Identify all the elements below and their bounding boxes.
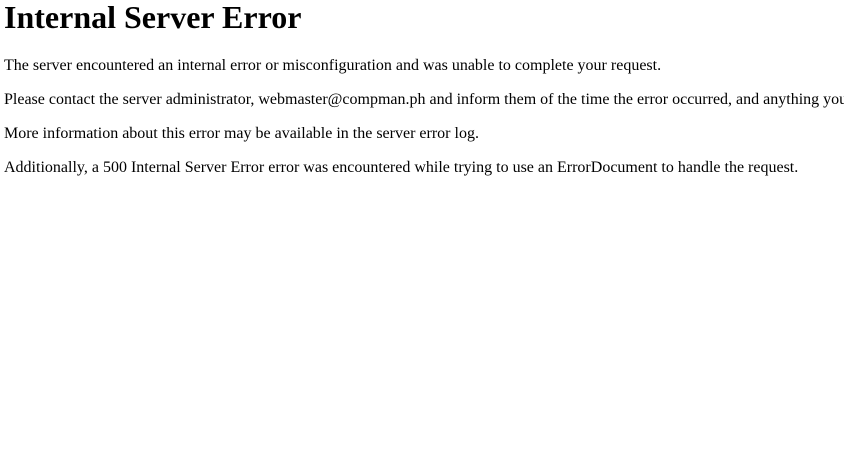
error-page: Internal Server Error The server encount… [0,0,844,460]
additional-error-text: Additionally, a 500 Internal Server Erro… [4,159,799,176]
page-title: Internal Server Error [4,0,302,35]
log-info-text: More information about this error may be… [4,125,479,142]
contact-admin-text: Please contact the server administrator,… [4,91,844,108]
error-description: The server encountered an internal error… [4,57,662,74]
